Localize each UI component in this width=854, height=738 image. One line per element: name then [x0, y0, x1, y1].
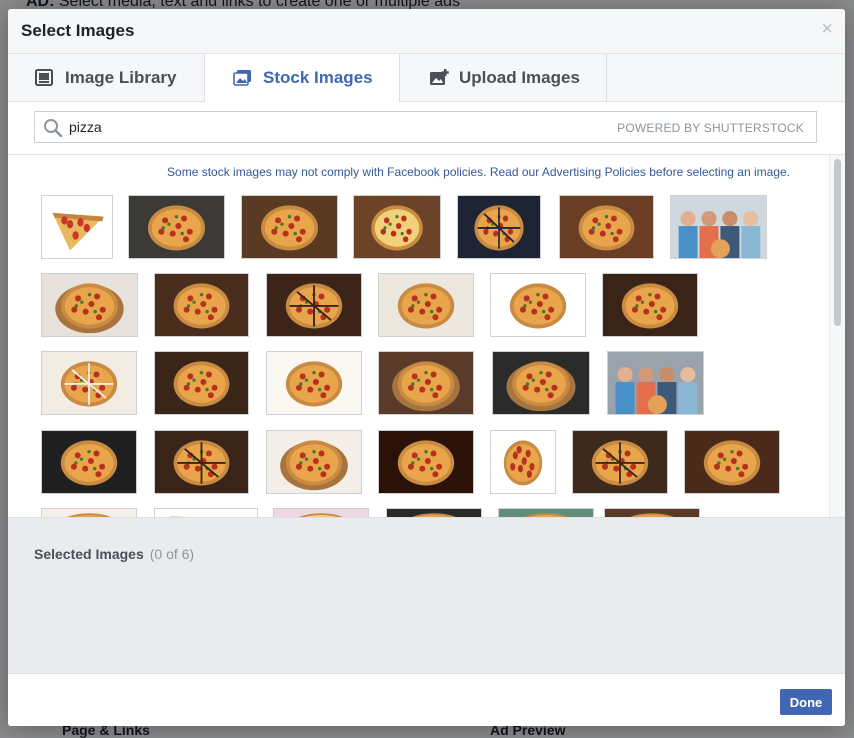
stock-image-thumbnail[interactable]: [457, 195, 541, 259]
selected-count: (0 of 6): [149, 546, 195, 562]
dialog-footer: Done: [8, 673, 845, 726]
stock-image-thumbnail[interactable]: [378, 273, 474, 337]
close-icon[interactable]: ×: [821, 19, 833, 39]
stock-image-thumbnail[interactable]: [41, 351, 137, 415]
done-button[interactable]: Done: [780, 689, 832, 715]
scrollbar[interactable]: [829, 155, 845, 517]
stock-image-thumbnail[interactable]: [41, 430, 137, 494]
search-input[interactable]: [69, 112, 569, 142]
stock-image-thumbnail[interactable]: [154, 508, 258, 517]
tab-image-library-label: Image Library: [65, 67, 177, 87]
dialog-header: Select Images ×: [8, 9, 845, 54]
stock-image-thumbnail[interactable]: [386, 508, 482, 517]
policy-notice-link[interactable]: Some stock images may not comply with Fa…: [8, 165, 790, 179]
upload-images-icon: [429, 68, 449, 87]
tab-stock-images-label: Stock Images: [263, 68, 373, 87]
stock-image-thumbnail[interactable]: [41, 195, 113, 259]
stock-image-thumbnail[interactable]: [490, 430, 556, 494]
stock-results-grid: Some stock images may not comply with Fa…: [8, 155, 845, 517]
stock-image-thumbnail[interactable]: [241, 195, 338, 259]
stock-image-thumbnail[interactable]: [684, 430, 780, 494]
stock-image-thumbnail[interactable]: [670, 195, 767, 259]
stock-image-thumbnail[interactable]: [572, 430, 668, 494]
stock-image-thumbnail[interactable]: [266, 430, 362, 494]
stock-image-thumbnail[interactable]: [266, 273, 362, 337]
selected-images-panel: Selected Images (0 of 6): [8, 517, 845, 674]
tab-upload-images-label: Upload Images: [459, 67, 580, 87]
tab-bar: Image Library Stock Images Upload Images: [8, 54, 845, 102]
selected-images-label: Selected Images (0 of 6): [34, 546, 195, 562]
stock-image-thumbnail[interactable]: [266, 351, 362, 415]
stock-image-thumbnail[interactable]: [273, 508, 369, 517]
stock-image-thumbnail[interactable]: [128, 195, 225, 259]
stock-image-thumbnail[interactable]: [378, 430, 474, 494]
tab-image-library[interactable]: Image Library: [8, 54, 204, 101]
stock-images-icon: [233, 69, 253, 87]
tab-stock-images[interactable]: Stock Images: [205, 54, 399, 102]
stock-image-thumbnail[interactable]: [41, 273, 138, 337]
stock-image-thumbnail[interactable]: [559, 195, 654, 259]
tab-upload-images[interactable]: Upload Images: [400, 54, 606, 101]
scrollbar-thumb[interactable]: [834, 159, 841, 326]
stock-image-thumbnail[interactable]: [378, 351, 474, 415]
powered-by-label: POWERED BY SHUTTERSTOCK: [617, 121, 804, 135]
image-library-icon: [35, 68, 55, 87]
stock-image-thumbnail[interactable]: [498, 508, 594, 517]
stock-image-thumbnail[interactable]: [490, 273, 586, 337]
search-box: POWERED BY SHUTTERSTOCK: [34, 111, 817, 143]
stock-image-thumbnail[interactable]: [492, 351, 590, 415]
stock-image-thumbnail[interactable]: [604, 508, 700, 517]
stock-image-thumbnail[interactable]: [353, 195, 441, 259]
stock-image-thumbnail[interactable]: [154, 430, 249, 494]
stock-image-thumbnail[interactable]: [602, 273, 698, 337]
select-images-dialog: Select Images × Image Library Stock Imag…: [8, 9, 845, 726]
stock-image-thumbnail[interactable]: [154, 273, 249, 337]
stock-image-thumbnail[interactable]: [41, 508, 137, 517]
search-icon: [43, 118, 63, 138]
tab-divider: [606, 54, 607, 101]
stock-image-thumbnail[interactable]: [154, 351, 249, 415]
dialog-title: Select Images: [21, 21, 135, 40]
stock-image-thumbnail[interactable]: [607, 351, 704, 415]
